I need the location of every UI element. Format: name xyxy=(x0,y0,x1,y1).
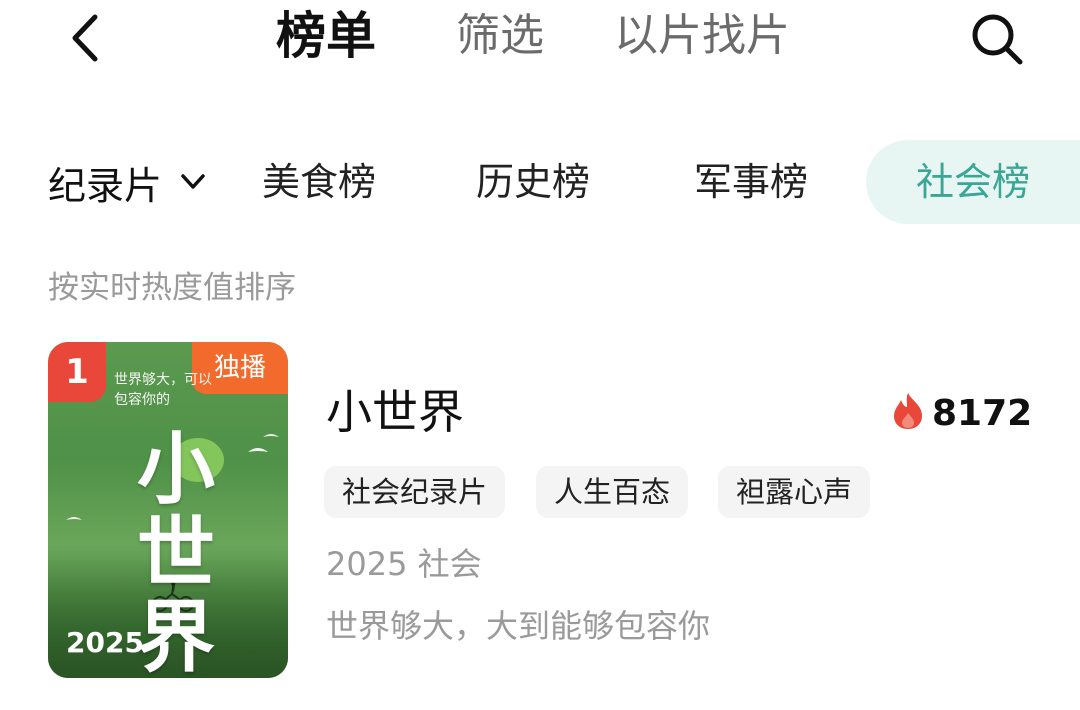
tag-social-documentary[interactable]: 社会纪录片 xyxy=(324,466,506,518)
tab-ranking[interactable]: 榜单 xyxy=(276,4,376,68)
tab-society-ranking[interactable]: 社会榜 xyxy=(866,140,1080,224)
tab-history-ranking[interactable]: 历史榜 xyxy=(476,150,590,214)
tag-heart-to-heart[interactable]: 袒露心声 xyxy=(718,466,871,518)
show-meta: 2025 社会 xyxy=(326,545,482,583)
tab-military-ranking[interactable]: 军事榜 xyxy=(694,150,808,214)
poster-year: 2025 xyxy=(66,626,144,659)
chevron-down-icon xyxy=(180,173,206,191)
poster-image[interactable]: 1 独播 世界够大，可以包容你的 小世界 2025 xyxy=(48,342,288,678)
show-description: 世界够大，大到能够包容你 xyxy=(326,607,711,645)
category-dropdown[interactable]: 纪录片 xyxy=(48,150,206,214)
flame-icon xyxy=(892,391,924,435)
search-icon xyxy=(968,10,1026,72)
show-title[interactable]: 小世界 xyxy=(326,382,464,442)
search-button[interactable] xyxy=(962,6,1032,76)
back-button[interactable] xyxy=(52,8,116,72)
tab-filter[interactable]: 筛选 xyxy=(456,4,544,68)
heat-score: 8172 xyxy=(892,388,1032,438)
poster-tagline: 世界够大，可以包容你的 xyxy=(114,372,212,408)
tab-find-similar[interactable]: 以片找片 xyxy=(614,4,790,68)
rank-badge: 1 xyxy=(48,342,106,402)
heat-value: 8172 xyxy=(932,392,1033,434)
category-dropdown-label: 纪录片 xyxy=(48,163,163,208)
tab-food-ranking[interactable]: 美食榜 xyxy=(262,150,376,214)
sort-label: 按实时热度值排序 xyxy=(48,270,296,306)
tag-life-stories[interactable]: 人生百态 xyxy=(536,466,689,518)
chevron-left-icon xyxy=(67,13,101,67)
